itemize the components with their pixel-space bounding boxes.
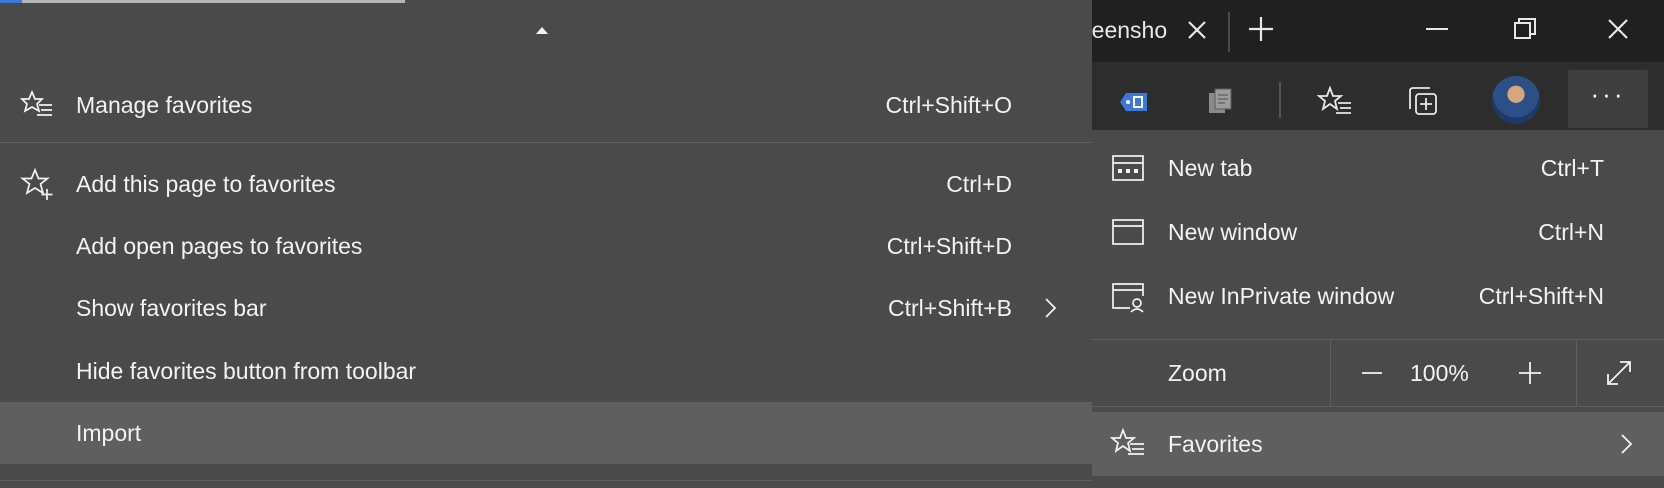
new-tab-plus-icon[interactable] [1245, 13, 1277, 45]
menu-item-shortcut: Ctrl+Shift+N [1478, 283, 1604, 309]
menu-item-label: New tab [1168, 155, 1253, 181]
menu-item-label: New InPrivate window [1168, 283, 1395, 309]
menu-item-label: Import [76, 420, 142, 446]
progress-accent [0, 0, 22, 3]
zoom-in-icon[interactable] [1516, 359, 1544, 387]
toolbar-separator [1279, 82, 1281, 118]
add-page-to-favorites-item[interactable]: Add this page to favorites Ctrl+D [0, 153, 1092, 215]
loading-progress-bar [0, 0, 405, 3]
new-window-icon [1112, 219, 1144, 245]
menu-divider [0, 142, 1092, 143]
menu-item-label: Show favorites bar [76, 295, 267, 321]
settings-menu: New tab Ctrl+T New window Ctrl+N New InP… [1092, 130, 1664, 488]
menu-item-shortcut: Ctrl+Shift+O [885, 92, 1012, 118]
menu-item-label: Add open pages to favorites [76, 233, 363, 259]
collections-copy-icon[interactable] [1201, 83, 1239, 121]
hide-favorites-button-item[interactable]: Hide favorites button from toolbar [0, 340, 1092, 402]
tab-title[interactable]: reensho [1084, 17, 1167, 44]
chevron-right-icon [1045, 298, 1057, 318]
menu-item-label: Hide favorites button from toolbar [76, 358, 417, 384]
favorites-list-icon [1110, 427, 1144, 455]
zoom-out-icon[interactable] [1358, 359, 1386, 387]
menu-item-label: Favorites [1168, 431, 1263, 457]
chevron-right-icon [1621, 434, 1633, 454]
new-tab-icon [1112, 155, 1144, 181]
manage-favorites-item[interactable]: Manage favorites Ctrl+Shift+O [0, 74, 1092, 136]
favorites-list-icon [20, 89, 52, 116]
collections-add-icon[interactable] [1404, 83, 1442, 121]
menu-item-label: Add this page to favorites [76, 171, 336, 197]
favorites-list-icon[interactable] [1316, 83, 1354, 121]
scroll-up-arrow-icon[interactable] [533, 22, 551, 40]
inprivate-window-icon [1112, 283, 1144, 313]
menu-item-shortcut: Ctrl+Shift+B [888, 295, 1012, 321]
window-close-icon[interactable] [1601, 12, 1635, 46]
favorites-submenu: Manage favorites Ctrl+Shift+O Add this p… [0, 0, 1092, 488]
import-item[interactable]: Import [0, 402, 1092, 464]
restore-icon[interactable] [1510, 14, 1540, 44]
favorites-item[interactable]: Favorites [1092, 412, 1664, 476]
zoom-separator [1576, 340, 1577, 406]
zoom-separator [1330, 340, 1331, 406]
menu-divider [1092, 406, 1664, 407]
menu-item-shortcut: Ctrl+N [1538, 219, 1604, 245]
menu-divider [0, 480, 1092, 481]
star-add-icon [20, 167, 53, 200]
fullscreen-icon[interactable] [1602, 356, 1636, 390]
zoom-label: Zoom [1168, 360, 1227, 386]
new-inprivate-window-item[interactable]: New InPrivate window Ctrl+Shift+N [1092, 264, 1664, 328]
more-button[interactable]: ··· [1568, 70, 1648, 128]
zoom-row: Zoom 100% [1092, 340, 1664, 406]
minimize-icon[interactable] [1422, 14, 1452, 44]
menu-item-label: New window [1168, 219, 1298, 245]
avatar[interactable] [1492, 76, 1540, 124]
add-open-pages-item[interactable]: Add open pages to favorites Ctrl+Shift+D [0, 215, 1092, 277]
menu-item-shortcut: Ctrl+D [946, 171, 1012, 197]
close-tab-icon[interactable] [1182, 15, 1212, 45]
extension-icon[interactable] [1115, 83, 1153, 121]
menu-item-shortcut: Ctrl+T [1540, 155, 1604, 181]
show-favorites-bar-item[interactable]: Show favorites bar Ctrl+Shift+B [0, 277, 1092, 339]
more-icon: ··· [1590, 79, 1626, 109]
new-window-item[interactable]: New window Ctrl+N [1092, 200, 1664, 264]
menu-item-shortcut: Ctrl+Shift+D [886, 233, 1012, 259]
new-tab-item[interactable]: New tab Ctrl+T [1092, 136, 1664, 200]
zoom-value: 100% [1410, 360, 1469, 386]
menu-item-label: Manage favorites [76, 92, 253, 118]
tab-separator [1228, 12, 1230, 52]
